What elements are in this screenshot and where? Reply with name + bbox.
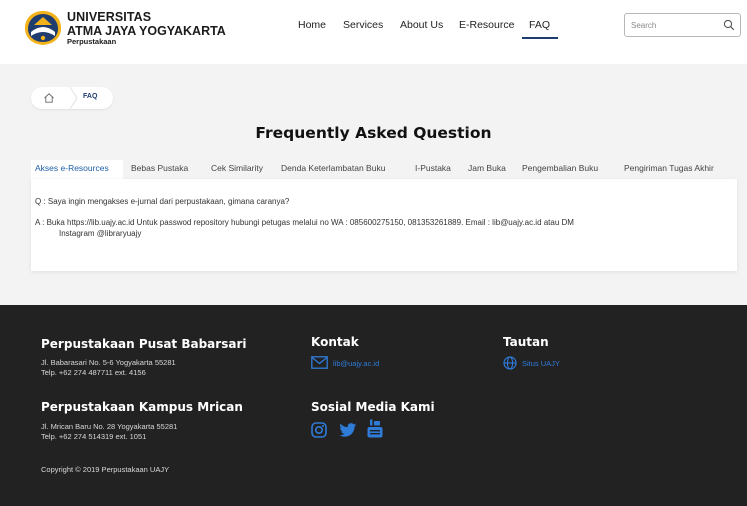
nav-home[interactable]: Home — [298, 19, 326, 31]
footer-kontak-title: Kontak — [311, 335, 359, 349]
brand-university: UNIVERSITAS — [67, 10, 152, 24]
youtube-icon[interactable] — [367, 419, 383, 438]
breadcrumb-current: FAQ — [83, 93, 98, 100]
twitter-icon[interactable] — [339, 423, 357, 438]
brand-university-name: ATMA JAYA YOGYAKARTA — [67, 23, 226, 38]
nav-about-us[interactable]: About Us — [400, 19, 443, 31]
faq-answer: A : Buka https://lib.uajy.ac.id Untuk pa… — [35, 217, 715, 239]
faq-answer-line: A : Buka https://lib.uajy.ac.id Untuk pa… — [35, 218, 574, 227]
footer-mrican-title: Perpustakaan Kampus Mrican — [41, 400, 243, 414]
mail-icon[interactable] — [311, 356, 328, 369]
nav-e-resource[interactable]: E-Resource — [459, 19, 514, 31]
tab-denda-keterlambatan-buku[interactable]: Denda Keterlambatan Buku — [281, 163, 385, 173]
footer-copyright: Copyright © 2019 Perpustakaan UAJY — [41, 465, 170, 474]
footer-babarsari-title: Perpustakaan Pusat Babarsari — [41, 337, 247, 351]
faq-answer-line: Instagram @libraryuajy — [59, 229, 142, 238]
tab-akses-e-resources[interactable]: Akses e-Resources — [35, 163, 109, 173]
tab-bebas-pustaka[interactable]: Bebas Pustaka — [131, 163, 188, 173]
footer-email-link[interactable]: lib@uajy.ac.id — [333, 359, 379, 368]
search-box — [624, 13, 741, 37]
faq-tabs: Akses e-Resources Bebas Pustaka Cek Simi… — [31, 160, 737, 179]
breadcrumb-separator-icon — [69, 87, 78, 109]
footer-babarsari-address: Jl. Babarasari No. 5-6 Yogyakarta 55281 — [41, 358, 176, 367]
site-header: UNIVERSITAS ATMA JAYA YOGYAKARTA Perpust… — [0, 0, 747, 64]
globe-icon[interactable] — [503, 356, 517, 370]
tab-pengiriman-tugas-akhir[interactable]: Pengiriman Tugas Akhir — [624, 163, 714, 173]
footer-babarsari-phone: Telp. +62 274 487711 ext. 4156 — [41, 368, 146, 377]
footer-sosmed-title: Sosial Media Kami — [311, 400, 435, 414]
instagram-icon[interactable] — [311, 422, 327, 438]
tab-cek-similarity[interactable]: Cek Similarity — [211, 163, 263, 173]
home-icon[interactable] — [43, 92, 55, 104]
faq-question: Q : Saya ingin mengakses e-jurnal dari p… — [35, 197, 290, 206]
footer-mrican-phone: Telp. +62 274 514319 ext. 1051 — [41, 432, 147, 441]
brand-library: Perpustakaan — [67, 37, 117, 46]
footer-tautan-title: Tautan — [503, 335, 549, 349]
uajy-logo-icon[interactable] — [22, 8, 64, 48]
nav-faq[interactable]: FAQ — [521, 19, 559, 39]
search-input[interactable] — [631, 17, 719, 33]
brand-name[interactable]: UNIVERSITAS ATMA JAYA YOGYAKARTA Perpust… — [67, 11, 226, 46]
search-icon[interactable] — [723, 19, 735, 31]
breadcrumb: FAQ — [31, 87, 113, 109]
nav-services[interactable]: Services — [343, 19, 383, 31]
page-title: Frequently Asked Question — [255, 124, 492, 142]
tab-jam-buka[interactable]: Jam Buka — [468, 163, 506, 173]
footer-situs-uajy-link[interactable]: Situs UAJY — [522, 359, 560, 368]
faq-panel: Q : Saya ingin mengakses e-jurnal dari p… — [31, 179, 737, 271]
footer-mrican-address: Jl. Mrican Baru No. 28 Yogyakarta 55281 — [41, 422, 178, 431]
tab-pengembalian-buku[interactable]: Pengembalian Buku — [522, 163, 598, 173]
tab-i-pustaka[interactable]: I-Pustaka — [415, 163, 451, 173]
site-footer: Perpustakaan Pusat Babarsari Jl. Babaras… — [0, 305, 747, 506]
